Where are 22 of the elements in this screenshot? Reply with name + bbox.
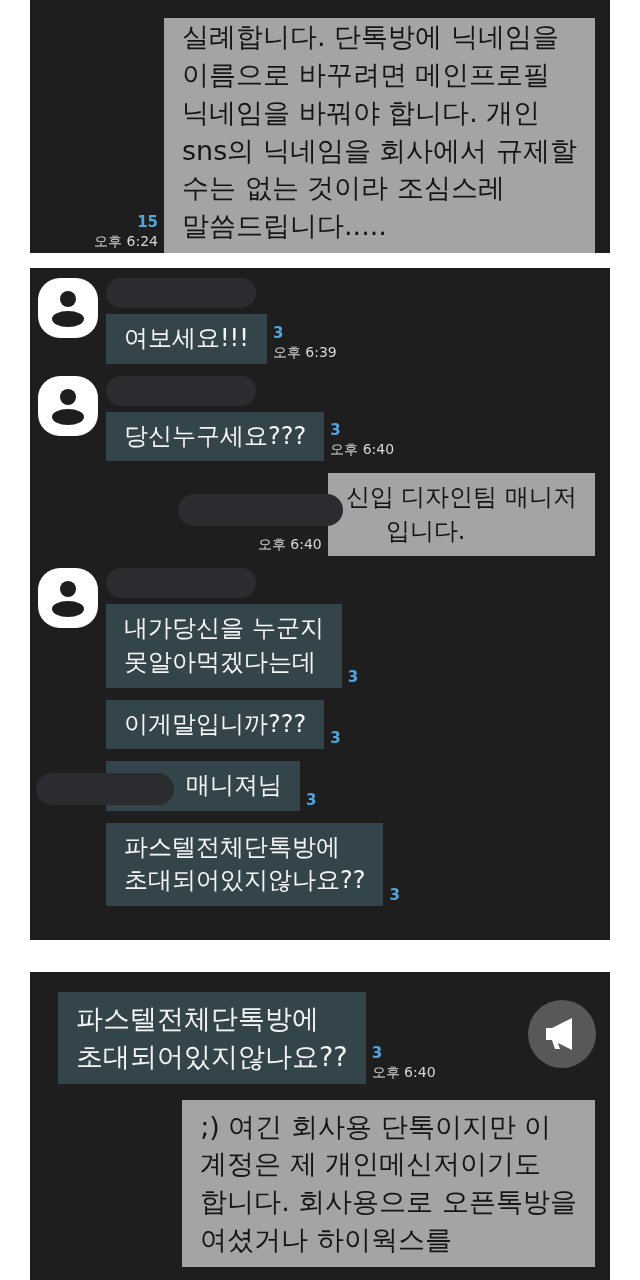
message-bubble: 파스텔전체단톡방에 초대되어있지않나요??: [58, 992, 366, 1084]
message-time: 오후 6:39: [272, 343, 337, 362]
unread-count: 3: [330, 421, 341, 440]
message-time: 오후 6:40: [371, 1063, 436, 1082]
message-bubble: 파스텔전체단톡방에 초대되어있지않나요??: [106, 822, 384, 906]
megaphone-icon[interactable]: [528, 1000, 596, 1068]
unread-count: 3: [371, 1043, 383, 1062]
message-bubble: 이게말입니까???: [106, 699, 325, 750]
message-time: 오후 6:40: [257, 536, 322, 555]
message-bubble: 내가당신을 누군지 못알아먹겠다는데: [106, 604, 342, 688]
unread-count: 3: [330, 729, 341, 748]
message-time: 오후 6:24: [94, 233, 158, 251]
message-bubble: ;) 여긴 회사용 단톡이지만 이 계정은 제 개인메신저이기도 합니다. 회사용으로 오픈톡방을 여셨거나 하이웍스를: [182, 1099, 595, 1267]
message-time: 오후 6:40: [330, 441, 395, 460]
message-bubble: 당신누구세요???: [106, 411, 325, 462]
unread-count: 3: [272, 323, 284, 342]
unread-count: 15: [137, 213, 158, 231]
message-bubble: 실례합니다. 단톡방에 닉네임을 이름으로 바꾸려면 메인프로필 닉네임을 바꿔야 합니다. 개인 sns의 닉네임을 회사에서 규제할 수는 없는 것이라 조심스레 말씀드립니다.....: [164, 18, 595, 253]
unread-count: 3: [389, 885, 400, 904]
message-bubble: 여보세요!!!: [106, 314, 267, 364]
unread-count: 3: [347, 667, 359, 686]
unread-count: 3: [306, 790, 317, 809]
